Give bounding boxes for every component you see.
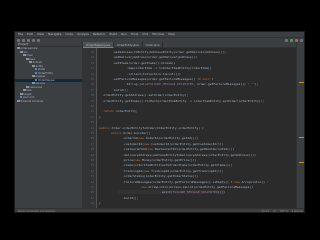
line-number: 55 [90,185,94,189]
line-number: 57 [90,195,94,200]
line-number: 34 [90,71,94,76]
code-line: .setFailureMessages(order.getFailureMess… [112,77,214,81]
ide-window: File Edit View Navigate Code Analyze Refactor B… [14,31,305,213]
line-number: 43 [90,120,94,125]
file-icon [35,71,37,74]
line-number: 45 [90,131,94,135]
code-line: .orderStatus(orderEntity.getOrderStatus(… [107,174,199,179]
code-line: .build(); [112,87,129,92]
line-number: 30 [90,50,94,54]
code-line: orderEntity.getAddress().setOrder(orderE… [103,93,189,98]
project-tree: order-service src main java domain entity Orde… [15,47,82,103]
code-line: .restaurantId(new RestaurantId(orderEnti… [107,147,235,152]
folder-icon [26,57,29,60]
line-number: 38 [90,93,94,98]
file-icon [35,78,37,81]
line-number: 58 [90,201,94,206]
code-line: .map(orderItem -> toOrderItemEntity(orde… [112,66,212,71]
code-line: .setItems(order.getItems().stream() [112,60,176,65]
code-line: .orderId(new OrderId(orderEntity.getId()… [107,136,199,141]
line-number-gutter: 30 31 32 33 34 35 36 37 38 39 40 41 42 43 44 45 46 47 48 49… [83,48,97,208]
line-number: 39 [90,98,94,103]
project-panel: Project order-service src main java domain en… [15,42,83,208]
line-number: 52 [90,168,94,173]
editor-area: OrderMapper.java OrderEntity.java Order.ja… [83,42,296,208]
code-line: .trackingId(new TrackingId(orderEntity.g… [107,168,224,173]
line-number: 44 [90,125,94,130]
folder-icon [23,89,26,91]
folder-icon [29,61,32,63]
line-number: 36 [90,82,94,87]
code-line: .customerId(new CustomerId(orderEntity.g… [107,141,224,146]
line-number: 35 [90,77,94,81]
warning-marker[interactable] [299,82,304,83]
code-line: .failureMessages(orderEntity.getFailureM… [107,179,269,184]
line-number: 40 [90,104,94,108]
line-number: 53 [90,174,94,179]
code-line: new ArrayList<>(Arrays.asList(orderEntit… [141,185,254,189]
line-number: 33 [90,66,94,71]
cursor-position[interactable]: 56:21 [262,210,269,212]
code-line: .split(FAILURE_MESSAGE_DELIMITER)))) [116,190,225,195]
code-line: return Order.builder() [110,131,151,135]
line-number: 47 [90,141,94,146]
line-number: 41 [90,109,94,114]
line-number: 32 [90,60,94,65]
code-line: orderEntity.getItems().forEach(orderItem… [103,98,265,103]
line-number: 46 [90,136,94,141]
code-editor[interactable]: .setAddress(toEntity(AddressEntity(order… [99,48,294,208]
line-number: 48 [90,147,94,152]
line-number: 51 [90,163,94,168]
code-line: String.join(FAILURE_MESSAGE_DELIMITER, o… [112,82,259,87]
folder-icon [26,85,29,88]
code-line: return orderEntity; [103,109,138,114]
code-line: } [99,114,101,119]
error-stripe[interactable] [296,42,304,208]
code-line: .collect(Collectors.toList())) [112,71,181,76]
file-icon [35,68,37,71]
code-line: .build(); [107,195,139,200]
folder-icon [23,54,26,56]
folder-icon [17,99,20,102]
line-number: 54 [90,179,94,184]
status-message: Build completed successfully [18,210,56,213]
line-number: 49 [90,152,94,157]
file-encoding[interactable]: UTF-8 [280,210,288,212]
line-number: 42 [90,114,94,119]
video-frame: File Edit View Navigate Code Analyze Refactor B… [0,0,320,240]
line-number: 56 [90,190,94,195]
code-line: public Order orderEntityToOrder(OrderEnt… [99,125,204,130]
code-line: .price(new Money(orderEntity.getPrice())… [107,158,197,162]
folder-icon [32,82,35,84]
tree-item-label: External Libraries [20,99,44,103]
folder-icon [32,64,35,67]
status-bar: Build completed successfully 56:21 LF UT… [15,208,304,213]
code-line: .setAddress(toEntity(AddressEntity(order… [112,50,226,54]
line-separator[interactable]: LF [273,210,276,212]
code-line: } [99,201,101,206]
code-line: .setDeliveryAddress(order.getDeliveryAdd… [112,55,198,60]
tree-item[interactable]: External Libraries [15,99,82,104]
folder-icon [20,50,23,53]
warning-marker[interactable] [299,162,304,163]
line-number: 50 [90,158,94,162]
line-number: 37 [90,87,94,92]
file-icon [20,96,22,99]
folder-icon [20,92,23,95]
code-line: .deliveryAddress(addressEntityToDelivery… [107,152,256,157]
indent-setting[interactable]: 4 spaces [292,210,303,212]
code-line: .items(orderItemEntitiesToOrderItems(ord… [107,163,233,168]
folder-icon [32,75,35,77]
line-number: 31 [90,55,94,60]
folder-icon [17,47,20,49]
warning-marker[interactable] [299,137,304,138]
